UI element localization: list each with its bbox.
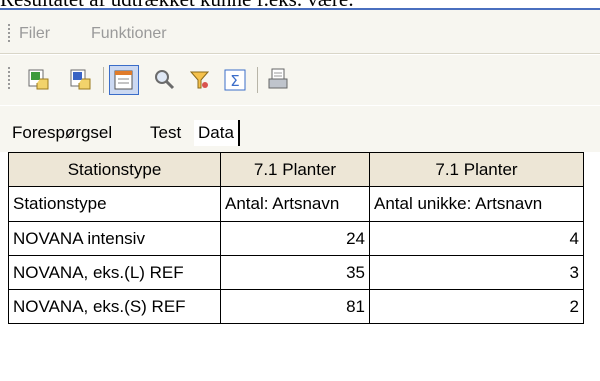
sum-button[interactable]: Σ	[220, 65, 250, 95]
cell-antal-artsnavn[interactable]: 35	[220, 255, 370, 290]
cell-antal-unikke-artsnavn[interactable]: 4	[369, 221, 584, 256]
table-row[interactable]: NOVANA intensiv 24 4	[8, 221, 584, 256]
search-icon	[155, 70, 175, 90]
print-button[interactable]	[263, 65, 293, 95]
filter-button[interactable]	[185, 65, 215, 95]
subheader-antal-artsnavn[interactable]: Antal: Artsnavn	[220, 186, 370, 222]
print-icon	[268, 68, 288, 89]
cell-antal-unikke-artsnavn[interactable]: 2	[369, 289, 584, 324]
cell-antal-artsnavn[interactable]: 81	[220, 289, 370, 324]
tab-strip: Forespørgsel Test Data	[0, 106, 600, 152]
grid-subheader-row: Stationstype Antal: Artsnavn Antal unikk…	[8, 186, 584, 222]
subheader-stationstype[interactable]: Stationstype	[8, 186, 221, 222]
menu-bar: Filer Funktioner	[0, 10, 600, 54]
filter-icon	[189, 71, 210, 89]
export-word-button[interactable]	[66, 65, 96, 95]
table-row[interactable]: NOVANA, eks.(L) REF 35 3	[8, 255, 584, 290]
menu-filer[interactable]: Filer	[19, 25, 50, 43]
cell-stationstype[interactable]: NOVANA intensiv	[8, 221, 221, 256]
data-grid: Stationstype 7.1 Planter 7.1 Planter Sta…	[8, 152, 584, 381]
tab-forespoergsel[interactable]: Forespørgsel	[8, 120, 116, 146]
export-word-icon	[70, 69, 91, 90]
subheader-antal-unikke-artsnavn[interactable]: Antal unikke: Artsnavn	[369, 186, 584, 222]
tab-data[interactable]: Data	[194, 120, 240, 146]
export-excel-icon	[28, 69, 49, 90]
column-header-stationstype[interactable]: Stationstype	[8, 152, 221, 187]
sum-icon: Σ	[224, 69, 246, 91]
cell-stationstype[interactable]: NOVANA, eks.(S) REF	[8, 289, 221, 324]
table-row[interactable]: NOVANA, eks.(S) REF 81 2	[8, 289, 584, 324]
toolbar-separator	[103, 67, 104, 93]
cell-antal-artsnavn[interactable]: 24	[220, 221, 370, 256]
form-view-button[interactable]	[109, 65, 139, 95]
toolbar-separator-2	[257, 67, 258, 93]
export-excel-button[interactable]	[24, 65, 54, 95]
menu-funktioner[interactable]: Funktioner	[91, 25, 167, 43]
column-header-planter-antal[interactable]: 7.1 Planter	[220, 152, 370, 187]
svg-text:Σ: Σ	[230, 72, 239, 90]
column-header-planter-unikke[interactable]: 7.1 Planter	[369, 152, 584, 187]
form-view-icon	[114, 70, 133, 90]
cell-stationstype[interactable]: NOVANA, eks.(L) REF	[8, 255, 221, 290]
menu-grip-handle[interactable]	[8, 24, 11, 42]
grid-header-row: Stationstype 7.1 Planter 7.1 Planter	[8, 152, 584, 187]
tab-test[interactable]: Test	[146, 120, 185, 146]
toolbar: Σ	[0, 55, 600, 105]
cell-antal-unikke-artsnavn[interactable]: 3	[369, 255, 584, 290]
toolbar-grip-handle[interactable]	[8, 67, 11, 89]
search-button[interactable]	[150, 65, 180, 95]
